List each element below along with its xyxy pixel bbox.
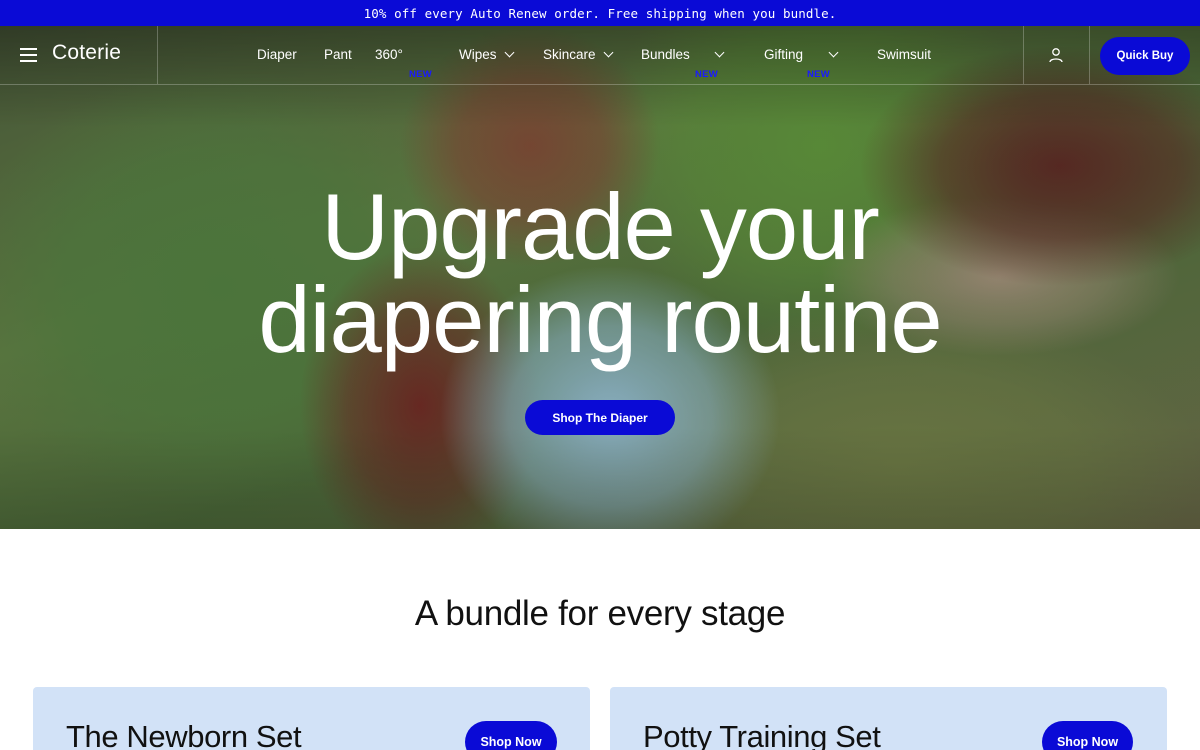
menu-icon[interactable] xyxy=(20,48,37,62)
section-title: A bundle for every stage xyxy=(414,594,786,633)
nav-item-gifting[interactable]: Gifting xyxy=(764,47,839,62)
shop-now-button[interactable]: Shop Now xyxy=(465,721,557,750)
logo[interactable]: Coterie xyxy=(52,41,121,65)
new-badge: NEW xyxy=(807,69,831,80)
nav-divider xyxy=(1089,26,1090,84)
nav-item-label: Pant xyxy=(324,47,352,62)
chevron-down-icon xyxy=(714,47,725,58)
account-icon[interactable] xyxy=(1048,47,1064,63)
chevron-down-icon xyxy=(504,47,514,58)
main-header: Coterie Diaper Pant 360° NEW Wipes Skinc… xyxy=(0,26,1200,85)
nav-item-bundles[interactable]: Bundles xyxy=(641,47,725,62)
quick-buy-button[interactable]: Quick Buy xyxy=(1100,37,1190,75)
nav-item-label: Wipes xyxy=(459,47,497,62)
nav-item-pant[interactable]: Pant xyxy=(324,47,352,62)
nav-item-skincare[interactable]: Skincare xyxy=(543,47,613,62)
nav-item-360[interactable]: 360° xyxy=(375,47,403,62)
card-title: Potty Training Set xyxy=(643,719,881,750)
new-badge: NEW xyxy=(409,69,433,80)
nav-item-label: Skincare xyxy=(543,47,596,62)
hero-title-line: diapering routine xyxy=(258,267,942,372)
hero-title: Upgrade your diapering routine xyxy=(0,174,1200,372)
nav-divider xyxy=(1023,26,1024,84)
new-badge: NEW xyxy=(695,69,719,80)
bundle-card-newborn[interactable]: The Newborn Set Shop Now xyxy=(33,687,590,750)
announcement-text: 10% off every Auto Renew order. Free shi… xyxy=(363,5,837,21)
shop-diaper-button[interactable]: Shop The Diaper xyxy=(525,400,675,435)
chevron-down-icon xyxy=(603,47,613,58)
nav-item-label: Swimsuit xyxy=(877,47,932,62)
nav-item-diaper[interactable]: Diaper xyxy=(257,47,297,62)
announcement-bar: 10% off every Auto Renew order. Free shi… xyxy=(0,0,1200,26)
hero-title-line: Upgrade your xyxy=(321,174,880,279)
bundle-card-potty-training[interactable]: Potty Training Set Shop Now xyxy=(610,687,1167,750)
nav-item-label: Gifting xyxy=(764,47,804,62)
nav-item-label: Bundles xyxy=(641,47,690,62)
nav-item-wipes[interactable]: Wipes xyxy=(459,47,514,62)
nav-item-label: 360° xyxy=(375,47,403,62)
card-title: The Newborn Set xyxy=(66,719,302,750)
nav-item-swimsuit[interactable]: Swimsuit xyxy=(877,47,931,62)
chevron-down-icon xyxy=(828,47,839,58)
nav-item-label: Diaper xyxy=(257,47,297,62)
nav-divider xyxy=(157,26,158,84)
shop-now-button[interactable]: Shop Now xyxy=(1042,721,1133,750)
